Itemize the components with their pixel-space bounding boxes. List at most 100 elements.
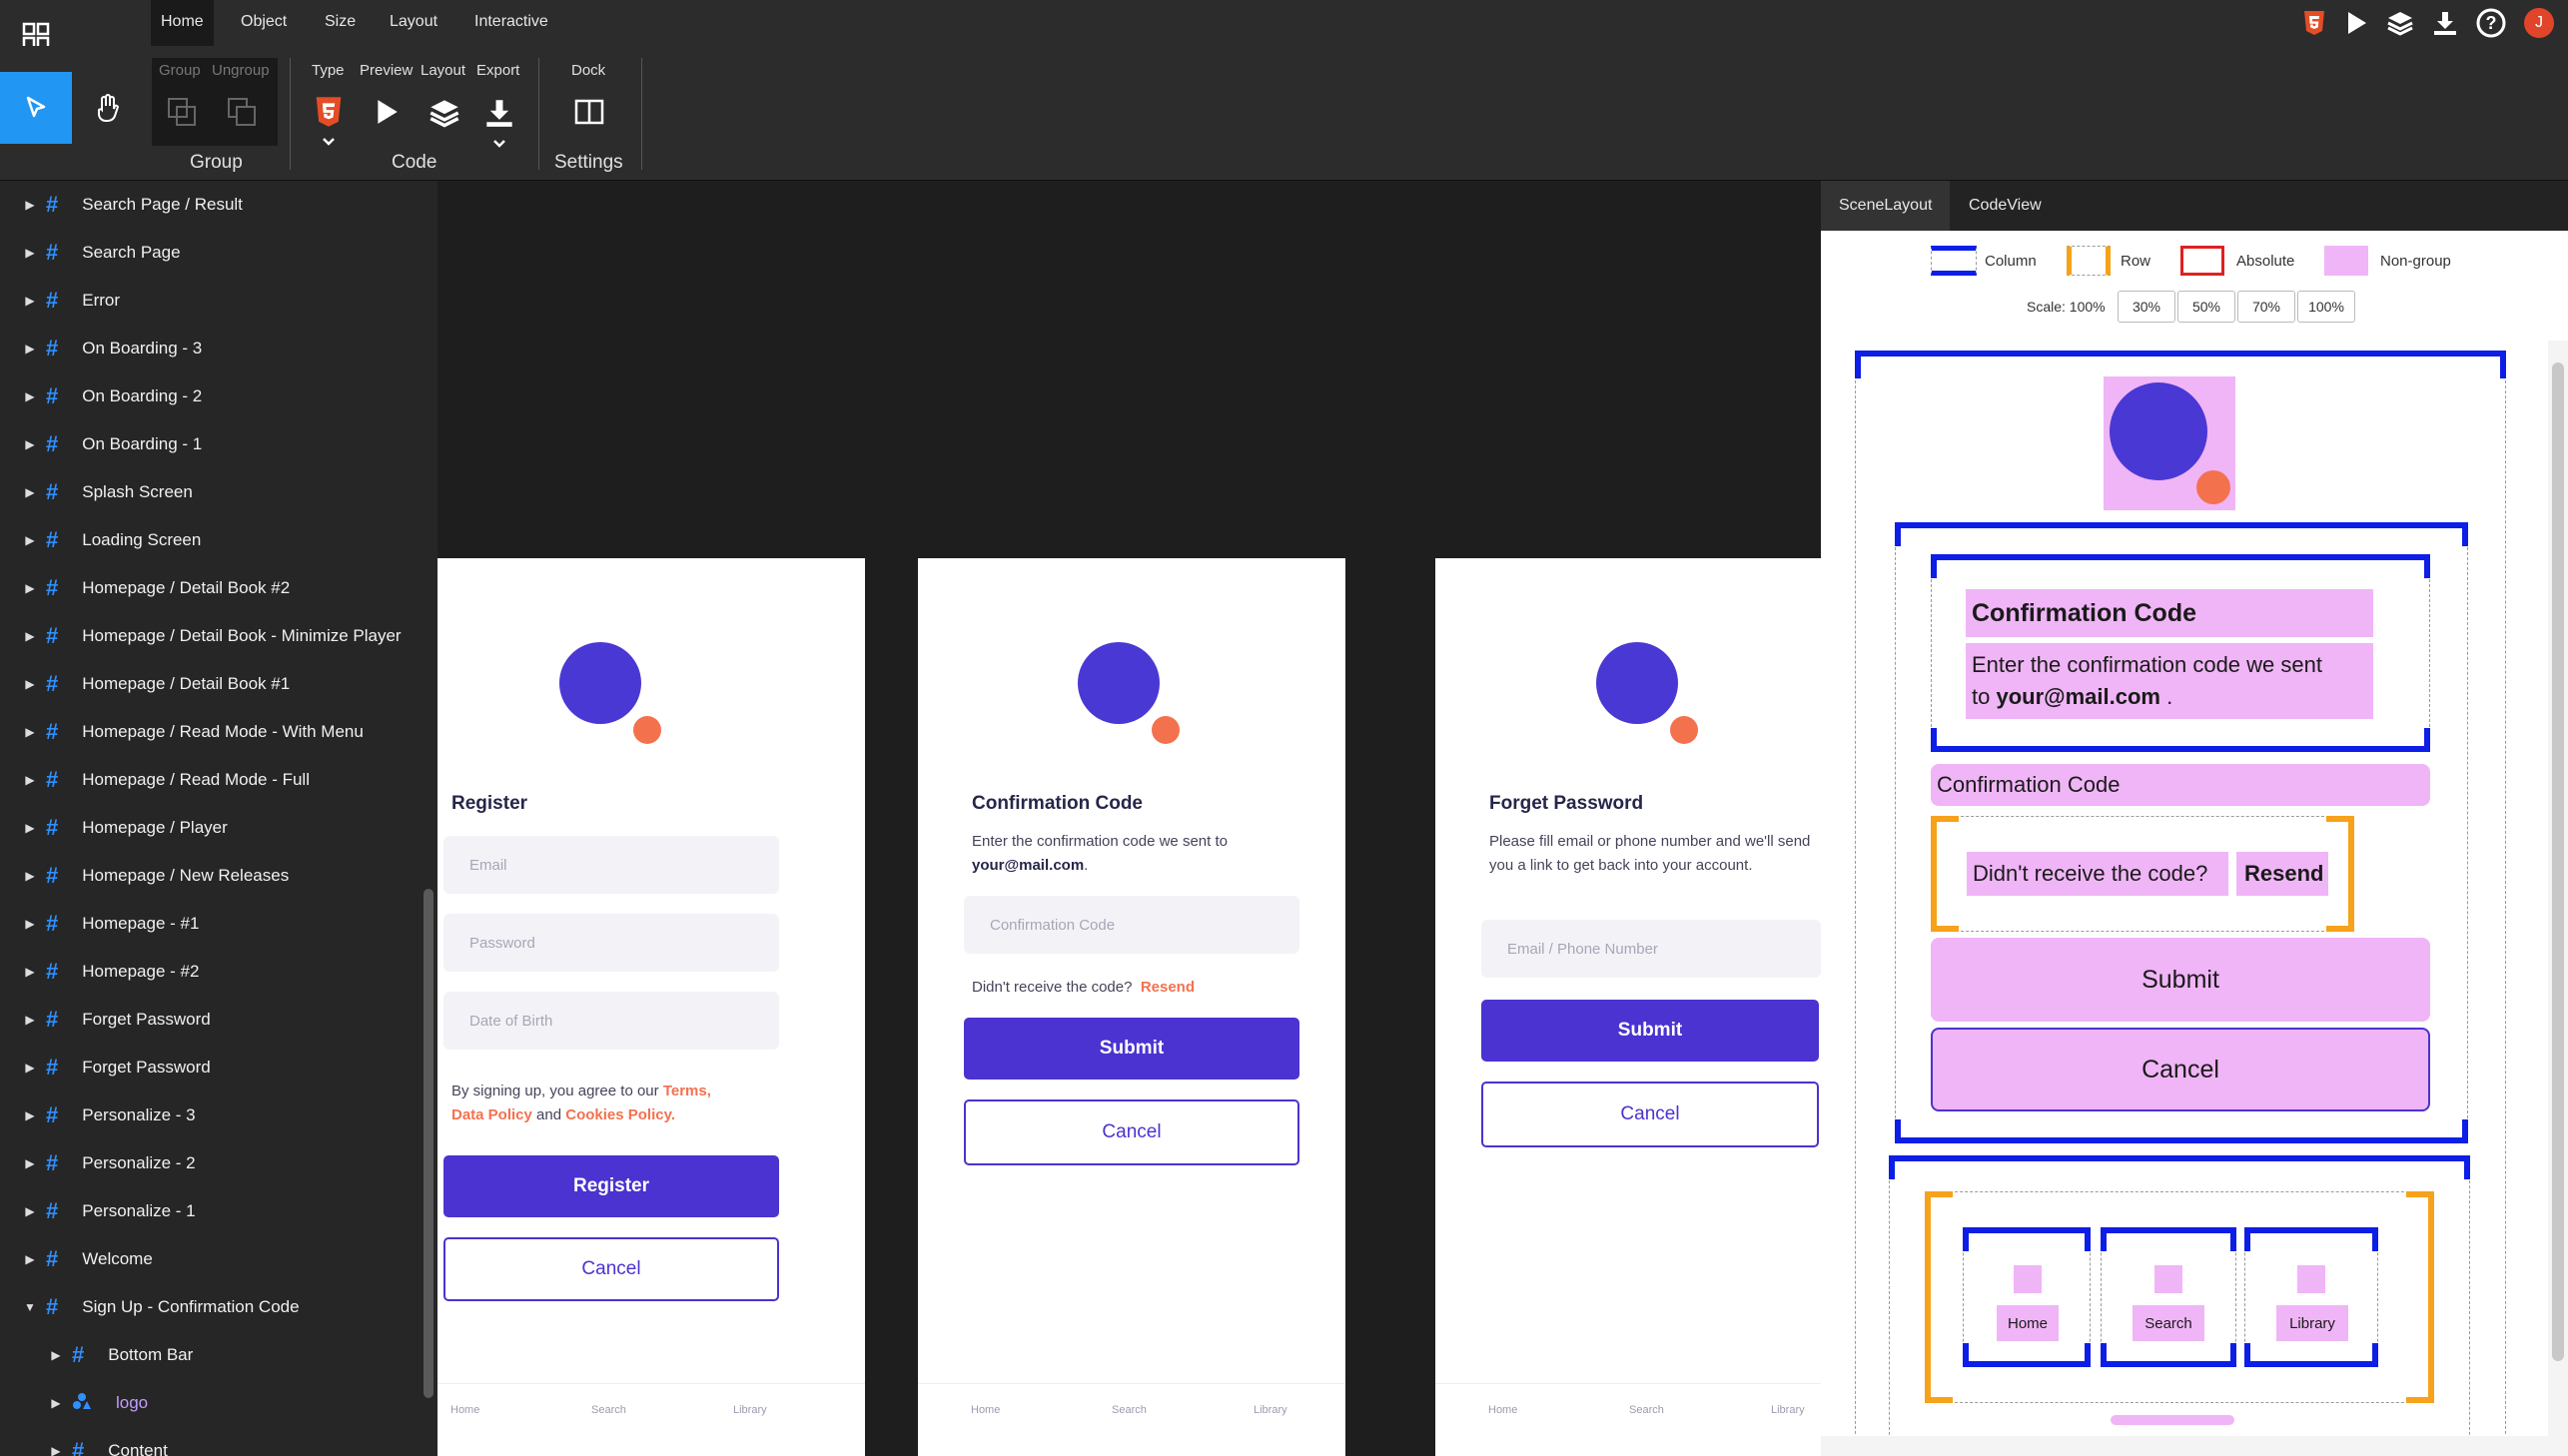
nav-library[interactable]: Library [1254,1404,1287,1416]
type-button[interactable] [314,96,344,133]
layout-preview[interactable]: Confirmation Code Enter the confirmation… [1821,341,2568,1456]
nav-home[interactable]: Home [971,1404,1000,1416]
expand-arrow-icon[interactable]: ▶ [50,1444,62,1456]
expand-arrow-icon[interactable]: ▶ [24,1013,36,1027]
nav-library[interactable]: Library [1771,1404,1805,1416]
screen-confirmation-code[interactable]: Confirmation Code Enter the confirmation… [918,558,1345,1456]
download-icon[interactable] [2432,10,2458,36]
layer-item[interactable]: ▶ # Loading Screen [0,516,420,564]
layer-item[interactable]: ▶ # Homepage / Read Mode - Full [0,756,420,804]
help-icon[interactable]: ? [2476,8,2506,38]
expand-arrow-icon[interactable]: ▶ [24,1156,36,1170]
tab-scene-layout[interactable]: SceneLayout [1821,181,1951,231]
screen-register[interactable]: Register Email Password Date of Birth By… [437,558,865,1456]
layer-item[interactable]: ▶ # Splash Screen [0,468,420,516]
confirmation-code-input[interactable]: Confirmation Code [964,896,1299,954]
nav-search[interactable]: Search [1629,1404,1664,1416]
menu-tab-layout[interactable]: Layout [380,0,447,46]
collapse-arrow-icon[interactable]: ▼ [24,1300,36,1314]
expand-arrow-icon[interactable]: ▶ [24,821,36,835]
layer-item[interactable]: ▶ # Homepage - #2 [0,948,420,996]
expand-arrow-icon[interactable]: ▶ [24,677,36,691]
user-avatar[interactable]: J [2524,8,2554,38]
layer-item[interactable]: ▶ # Search Page [0,229,420,277]
layers-icon[interactable] [2386,10,2414,36]
layer-item[interactable]: ▶ # Homepage / Detail Book #1 [0,660,420,708]
submit-button[interactable]: Submit [964,1018,1299,1080]
cancel-button[interactable]: Cancel [443,1237,779,1301]
layer-item[interactable]: ▶ # Forget Password [0,1044,420,1092]
layer-item[interactable]: ▶ # Homepage / Detail Book #2 [0,564,420,612]
expand-arrow-icon[interactable]: ▶ [24,342,36,356]
nav-library[interactable]: Library [733,1404,767,1416]
cookies-policy-link[interactable]: Cookies Policy. [565,1106,675,1123]
layer-item[interactable]: ▼ # Sign Up - Confirmation Code [0,1283,420,1331]
layer-item[interactable]: ▶ # Homepage / Player [0,804,420,852]
type-dropdown-chevron-icon[interactable] [322,134,336,152]
expand-arrow-icon[interactable]: ▶ [24,437,36,451]
select-tool[interactable] [0,72,72,144]
expand-arrow-icon[interactable]: ▶ [24,294,36,308]
cancel-button[interactable]: Cancel [964,1099,1299,1165]
expand-arrow-icon[interactable]: ▶ [24,1108,36,1122]
screen-forget-password[interactable]: Forget Password Please fill email or pho… [1435,558,1821,1456]
layer-item[interactable]: ▶ # Welcome [0,1235,420,1283]
scale-100-button[interactable]: 100% [2297,291,2355,323]
expand-arrow-icon[interactable]: ▶ [24,1252,36,1266]
tab-code-view[interactable]: CodeView [1951,181,2060,231]
layer-item[interactable]: ▶ # Error [0,277,420,325]
layer-item[interactable]: ▶ # Content [0,1427,420,1456]
design-canvas[interactable]: Register Email Password Date of Birth By… [437,181,1821,1456]
expand-arrow-icon[interactable]: ▶ [24,581,36,595]
resend-link[interactable]: Resend [1141,979,1195,996]
preview-scrollbar-thumb[interactable] [2552,363,2564,1361]
scale-50-button[interactable]: 50% [2177,291,2235,323]
layer-item[interactable]: ▶ # Homepage / Detail Book - Minimize Play… [0,612,420,660]
expand-arrow-icon[interactable]: ▶ [24,389,36,403]
layer-item[interactable]: ▶ # On Boarding - 3 [0,325,420,372]
layer-item[interactable]: ▶ # On Boarding - 2 [0,372,420,420]
hand-tool[interactable] [72,72,144,144]
layer-item[interactable]: ▶ # Personalize - 1 [0,1187,420,1235]
cancel-button[interactable]: Cancel [1481,1082,1819,1147]
layer-item[interactable]: ▶ # Search Page / Result [0,181,420,229]
dob-input[interactable]: Date of Birth [443,992,779,1050]
layer-item[interactable]: ▶ # Homepage / Read Mode - With Menu [0,708,420,756]
menu-tab-size[interactable]: Size [315,0,366,46]
layer-item[interactable]: ▶ # Homepage / New Releases [0,852,420,900]
submit-button[interactable]: Submit [1481,1000,1819,1062]
email-input[interactable]: Email [443,836,779,894]
expand-arrow-icon[interactable]: ▶ [24,773,36,787]
scale-70-button[interactable]: 70% [2237,291,2295,323]
register-button[interactable]: Register [443,1155,779,1217]
layer-item[interactable]: ▶ # Homepage - #1 [0,900,420,948]
layer-item[interactable]: ▶ # On Boarding - 1 [0,420,420,468]
menu-tab-home[interactable]: Home [151,0,214,46]
expand-arrow-icon[interactable]: ▶ [50,1396,62,1410]
layer-item[interactable]: ▶ # Personalize - 2 [0,1139,420,1187]
expand-arrow-icon[interactable]: ▶ [24,246,36,260]
menu-tab-object[interactable]: Object [231,0,297,46]
layer-item[interactable]: ▶ logo [0,1379,420,1427]
layer-item[interactable]: ▶ # Bottom Bar [0,1331,420,1379]
password-input[interactable]: Password [443,914,779,972]
nav-search[interactable]: Search [1112,1404,1147,1416]
expand-arrow-icon[interactable]: ▶ [24,725,36,739]
export-dropdown-chevron-icon[interactable] [492,136,506,154]
html5-icon[interactable] [2302,10,2326,36]
dock-button[interactable] [573,98,605,131]
expand-arrow-icon[interactable]: ▶ [24,533,36,547]
email-phone-input[interactable]: Email / Phone Number [1481,920,1821,978]
data-policy-link[interactable]: Data Policy [451,1106,532,1123]
layer-scrollbar-thumb[interactable] [424,889,433,1398]
play-icon[interactable] [2344,10,2368,36]
layer-item[interactable]: ▶ # Personalize - 3 [0,1092,420,1139]
export-button[interactable] [484,98,514,133]
expand-arrow-icon[interactable]: ▶ [24,629,36,643]
expand-arrow-icon[interactable]: ▶ [24,1204,36,1218]
scale-30-button[interactable]: 30% [2118,291,2175,323]
expand-arrow-icon[interactable]: ▶ [24,869,36,883]
layout-button[interactable] [428,98,460,133]
preview-button[interactable] [374,98,400,131]
nav-home[interactable]: Home [1488,1404,1517,1416]
